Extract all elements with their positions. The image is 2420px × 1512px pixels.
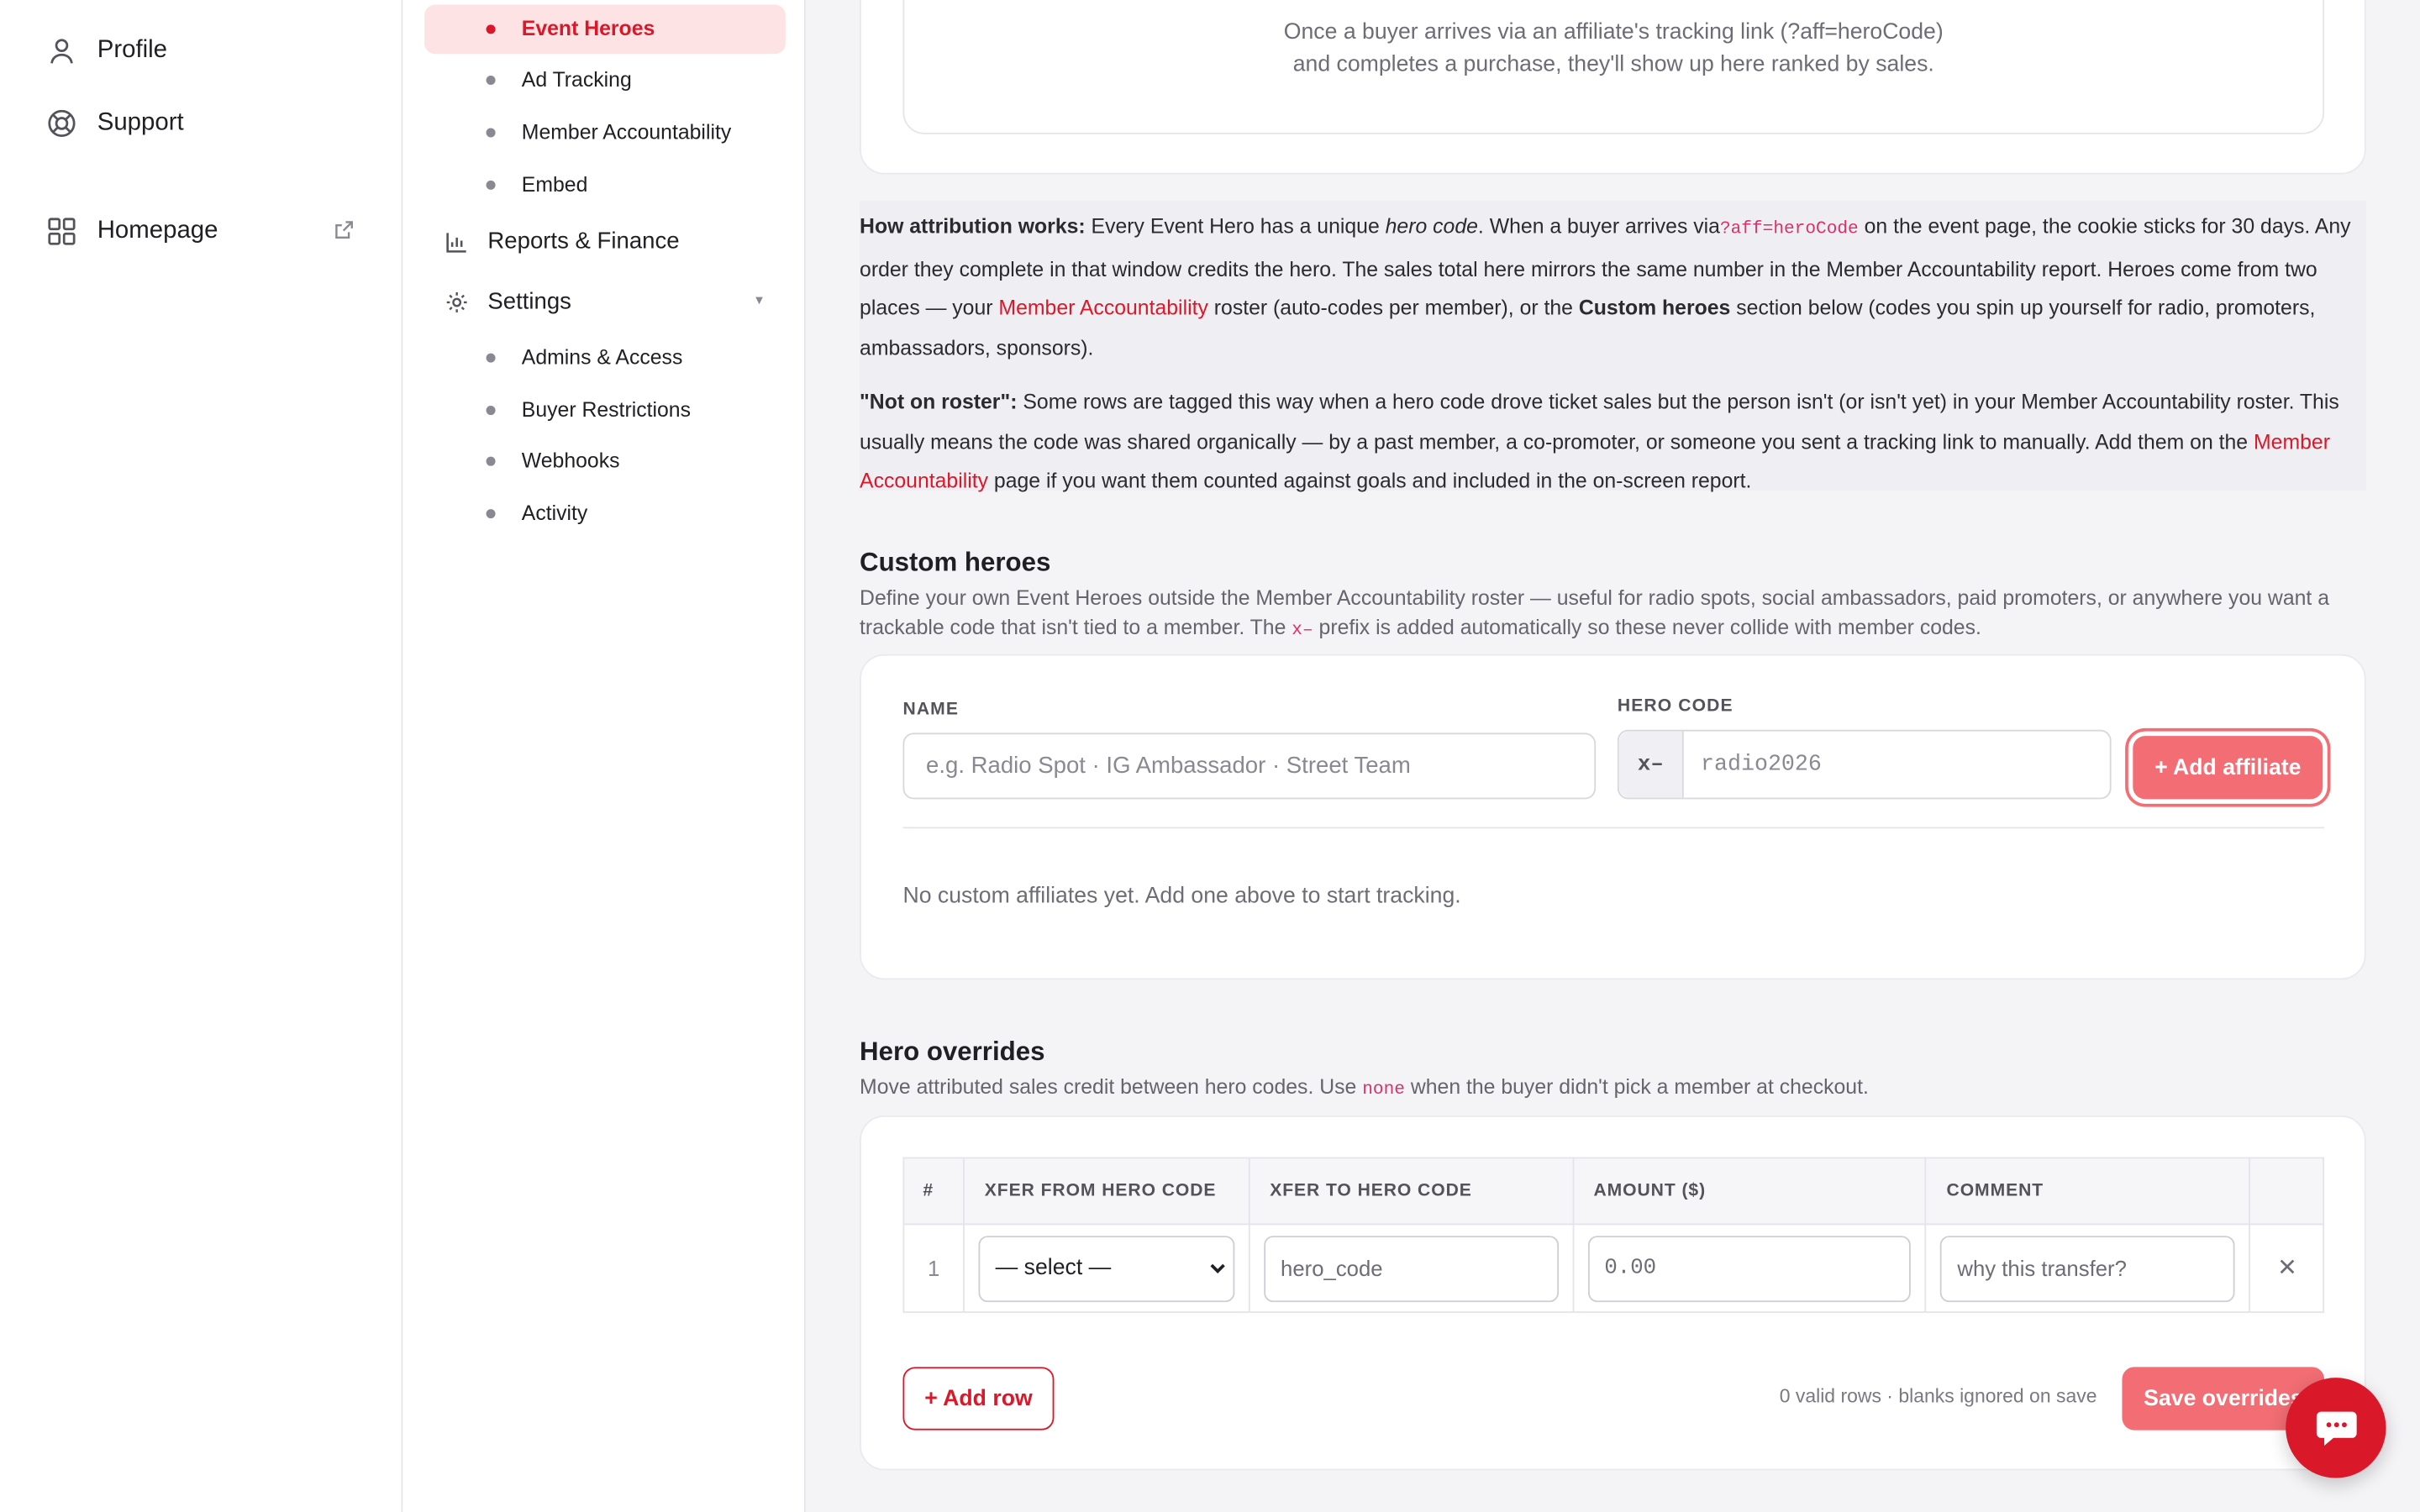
- nav-group-settings[interactable]: Settings: [445, 288, 571, 315]
- chat-bubble-icon: [2315, 1410, 2356, 1446]
- hero-code-input-group: x– radio2026: [1617, 729, 2112, 800]
- from-select-value: — select —: [995, 1256, 1112, 1281]
- info-bold: How attribution works:: [860, 214, 1086, 238]
- info-em: hero code: [1385, 214, 1478, 238]
- col-header-num: #: [902, 1157, 965, 1226]
- comment-input[interactable]: why this transfer?: [1940, 1235, 2235, 1302]
- member-accountability-link[interactable]: Member Accountability: [998, 297, 1207, 320]
- nav-label-reports-finance: Reports & Finance: [487, 228, 680, 255]
- valid-rows-status: 0 valid rows · blanks ignored on save: [1779, 1385, 2097, 1408]
- desc-text: prefix is added automatically so these n…: [1313, 615, 1981, 639]
- name-label: NAME: [902, 700, 960, 719]
- hero-code-input[interactable]: radio2026: [1684, 752, 1822, 776]
- bullet-icon: [486, 353, 496, 363]
- empty-line-2: and completes a purchase, they'll show u…: [1292, 52, 1934, 77]
- custom-empty-state: No custom affiliates yet. Add one above …: [902, 884, 1461, 909]
- nav-item-buyer-restrictions[interactable]: Buyer Restrictions: [522, 398, 691, 422]
- lifebuoy-icon: [48, 109, 76, 138]
- nav-group-reports-finance[interactable]: Reports & Finance: [445, 228, 680, 255]
- nav-label-settings: Settings: [487, 288, 571, 315]
- comment-cell: why this transfer?: [1924, 1223, 2250, 1314]
- bullet-icon: [486, 180, 496, 190]
- from-cell: — select —: [963, 1223, 1250, 1314]
- desc-code: none: [1362, 1079, 1405, 1100]
- hero-code-prefix: x–: [1618, 731, 1684, 798]
- rail-label-profile: Profile: [97, 37, 168, 64]
- attribution-info: How attribution works: Every Event Hero …: [860, 200, 2366, 492]
- add-affiliate-button[interactable]: + Add affiliate: [2133, 736, 2323, 800]
- nav-item-event-heroes[interactable]: Event Heroes: [522, 17, 655, 40]
- bullet-icon: [486, 406, 496, 416]
- nav-item-activity[interactable]: Activity: [522, 501, 588, 525]
- info-bold: Custom heroes: [1578, 296, 1731, 320]
- leaderboard-empty-state: Once a buyer arrives via an affiliate's …: [902, 0, 2325, 134]
- overrides-table: # XFER FROM HERO CODE XFER TO HERO CODE …: [902, 1157, 2325, 1314]
- bullet-icon: [486, 24, 496, 34]
- info-text: Some rows are tagged this way when a her…: [860, 390, 2339, 454]
- col-header-from: XFER FROM HERO CODE: [963, 1157, 1250, 1226]
- info-text: Every Event Hero has a unique: [1085, 214, 1386, 238]
- custom-heroes-title: Custom heroes: [860, 548, 1051, 577]
- nav-item-webhooks[interactable]: Webhooks: [522, 449, 620, 472]
- from-code-select[interactable]: — select —: [978, 1235, 1234, 1302]
- rail-item-homepage[interactable]: Homepage: [46, 216, 218, 247]
- col-header-actions: [2249, 1157, 2325, 1226]
- desc-text: when the buyer didn't pick a member at c…: [1404, 1075, 1869, 1099]
- desc-text: Move attributed sales credit between her…: [860, 1075, 1363, 1099]
- rail-label-support: Support: [97, 109, 184, 136]
- rail-item-support[interactable]: Support: [46, 108, 184, 139]
- left-rail: Profile Support Homepage: [0, 0, 403, 1512]
- chevron-down-icon[interactable]: ▼: [753, 293, 765, 307]
- external-link-icon[interactable]: [334, 219, 355, 241]
- custom-heroes-card: [860, 654, 2366, 980]
- chevron-down-icon: [1210, 1263, 1225, 1274]
- bullet-icon: [486, 128, 496, 138]
- divider: [902, 827, 2325, 829]
- bullet-icon: [486, 75, 496, 86]
- gear-icon: [446, 291, 467, 312]
- info-bold: "Not on roster":: [860, 390, 1018, 414]
- close-icon[interactable]: [2277, 1257, 2296, 1275]
- info-paragraph-1: How attribution works: Every Event Hero …: [860, 207, 2366, 367]
- hero-overrides-description: Move attributed sales credit between her…: [860, 1073, 1869, 1105]
- info-text: roster (auto-codes per member), or the: [1207, 296, 1579, 320]
- chat-launcher-button[interactable]: [2286, 1378, 2386, 1478]
- to-code-input[interactable]: hero_code: [1263, 1235, 1559, 1302]
- col-header-amount: AMOUNT ($): [1571, 1157, 1927, 1226]
- secondary-nav: [402, 0, 806, 1512]
- info-text: page if you want them counted against go…: [988, 469, 1752, 492]
- bar-chart-icon: [446, 232, 466, 252]
- col-header-comment: COMMENT: [1924, 1157, 2250, 1226]
- desc-code: x–: [1292, 620, 1313, 641]
- hero-overrides-title: Hero overrides: [860, 1037, 1045, 1067]
- user-icon: [50, 39, 73, 64]
- info-text: . When a buyer arrives via: [1477, 214, 1720, 238]
- rail-label-homepage: Homepage: [97, 217, 218, 244]
- hero-code-label: HERO CODE: [1617, 697, 1733, 717]
- rail-item-profile[interactable]: Profile: [46, 35, 167, 66]
- grid-icon: [48, 218, 76, 245]
- to-cell: hero_code: [1248, 1223, 1574, 1314]
- col-header-to: XFER TO HERO CODE: [1248, 1157, 1574, 1226]
- info-code: ?aff=heroCode: [1719, 218, 1859, 239]
- info-paragraph-2: "Not on roster": Some rows are tagged th…: [860, 383, 2366, 501]
- table-row: 1 — select — hero_code 0.00 why this tra…: [902, 1223, 2325, 1314]
- row-number: 1: [902, 1223, 965, 1314]
- bullet-icon: [486, 456, 496, 466]
- nav-item-admins-access[interactable]: Admins & Access: [522, 345, 683, 369]
- bullet-icon: [486, 509, 496, 519]
- add-row-button[interactable]: + Add row: [902, 1367, 1055, 1431]
- amount-input[interactable]: 0.00: [1587, 1235, 1912, 1302]
- nav-item-embed[interactable]: Embed: [522, 173, 588, 197]
- nav-item-ad-tracking[interactable]: Ad Tracking: [522, 68, 632, 92]
- remove-cell: [2249, 1223, 2325, 1314]
- custom-heroes-description: Define your own Event Heroes outside the…: [860, 583, 2369, 644]
- empty-line-1: Once a buyer arrives via an affiliate's …: [1283, 19, 1944, 45]
- nav-item-member-accountability[interactable]: Member Accountability: [522, 120, 731, 144]
- name-input[interactable]: e.g. Radio Spot · IG Ambassador · Street…: [902, 732, 1597, 800]
- amount-cell: 0.00: [1571, 1223, 1927, 1314]
- table-header-row: # XFER FROM HERO CODE XFER TO HERO CODE …: [902, 1157, 2325, 1226]
